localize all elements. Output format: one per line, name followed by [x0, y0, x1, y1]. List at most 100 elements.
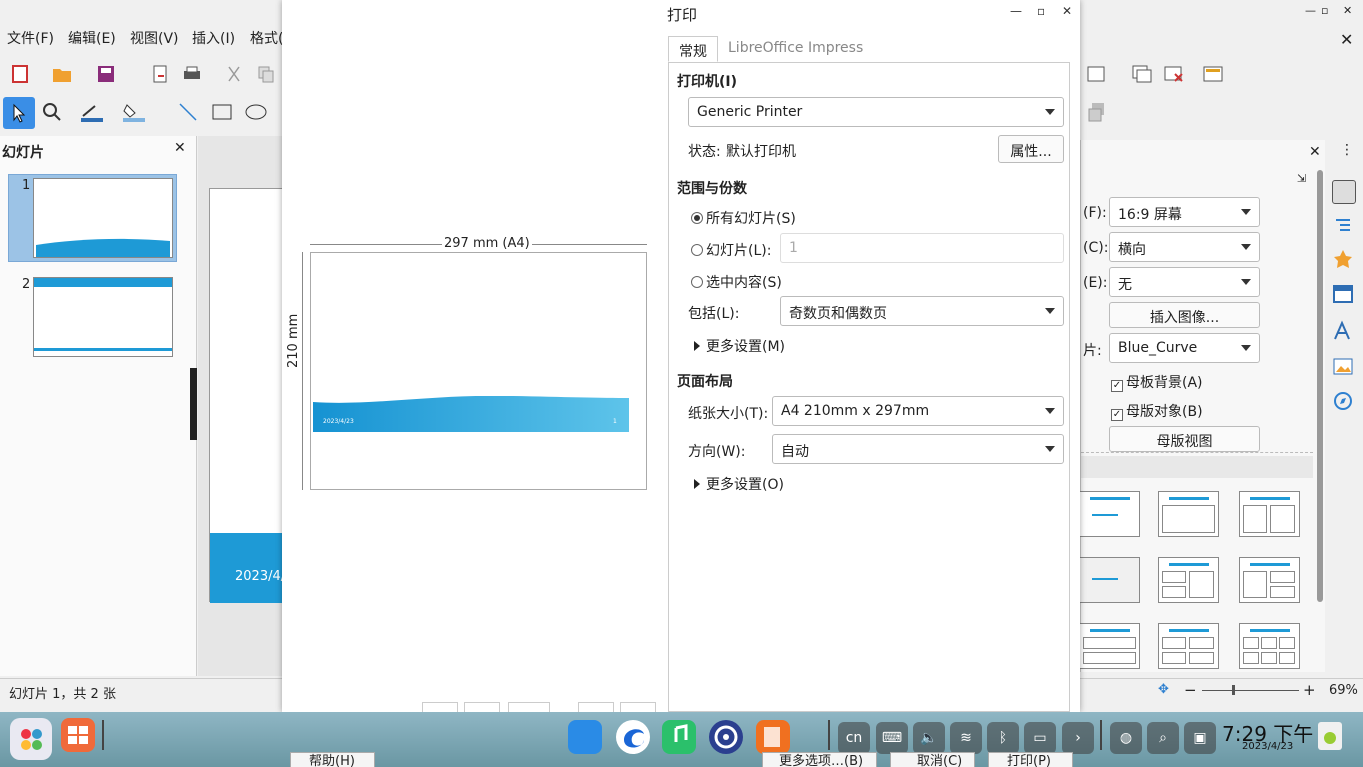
print-icon[interactable]	[178, 60, 206, 88]
fit-slide-icon[interactable]: ✥	[1158, 682, 1169, 697]
sidebar-menu-icon[interactable]: ⋮	[1340, 142, 1354, 158]
system-monitor-icon[interactable]: ◍	[1110, 722, 1142, 754]
select-tool-icon[interactable]	[3, 97, 35, 129]
layout-title-only[interactable]	[1079, 491, 1140, 537]
music-app-icon[interactable]	[662, 720, 696, 754]
layout-content-two[interactable]	[1158, 557, 1219, 603]
window-close-icon[interactable]: ✕	[1343, 4, 1352, 17]
layout-title-two-content[interactable]	[1239, 491, 1300, 537]
zoom-level[interactable]: 69%	[1329, 683, 1358, 698]
background-select[interactable]: 无	[1109, 267, 1260, 297]
menu-view[interactable]: 视图(V)	[130, 28, 179, 48]
slide-canvas[interactable]: 2023/4/	[209, 188, 285, 603]
line-tool-icon[interactable]	[174, 98, 202, 126]
first-page-button[interactable]	[422, 702, 458, 712]
browser-app-icon[interactable]	[616, 720, 650, 754]
layout-six-content[interactable]	[1239, 623, 1300, 669]
screenshot-icon[interactable]: ▣	[1184, 722, 1216, 754]
layout-four-content[interactable]	[1158, 623, 1219, 669]
keyboard-icon[interactable]: ⌨	[876, 722, 908, 754]
master-background-checkbox[interactable]: ✓ 母板背景(A)	[1111, 372, 1203, 392]
rectangle-tool-icon[interactable]	[208, 98, 236, 126]
input-method-indicator[interactable]: cn	[838, 722, 870, 754]
zoom-slider-thumb[interactable]	[1232, 685, 1235, 695]
launcher-icon[interactable]	[10, 718, 52, 760]
clock-date[interactable]: 2023/4/23	[1242, 741, 1293, 752]
slide-thumbnail-1[interactable]	[33, 178, 173, 258]
slides-range-input[interactable]: 1	[780, 233, 1064, 263]
transition-tab-icon[interactable]	[1332, 215, 1356, 239]
copy-icon[interactable]	[252, 60, 280, 88]
cancel-button[interactable]: 取消(C)	[890, 752, 975, 767]
window-minimize-icon[interactable]: —	[1305, 4, 1316, 17]
prev-page-button[interactable]	[464, 702, 500, 712]
styles-tab-icon[interactable]	[1332, 320, 1356, 344]
menu-format[interactable]: 格式(	[250, 28, 283, 48]
tab-general[interactable]: 常规	[668, 36, 718, 62]
ellipse-tool-icon[interactable]	[242, 98, 270, 126]
multitask-view-icon[interactable]	[61, 718, 95, 752]
animation-tab-icon[interactable]	[1332, 248, 1356, 272]
wifi-icon[interactable]: ≋	[950, 722, 982, 754]
file-manager-app-icon[interactable]	[568, 720, 602, 754]
include-select[interactable]: 奇数页和偶数页	[780, 296, 1064, 326]
next-page-button[interactable]	[578, 702, 614, 712]
menu-edit[interactable]: 编辑(E)	[68, 28, 116, 48]
trash-icon[interactable]	[1318, 722, 1342, 750]
printer-select[interactable]: Generic Printer	[688, 97, 1064, 127]
cut-icon[interactable]	[220, 60, 248, 88]
tray-expand-icon[interactable]: ›	[1062, 722, 1094, 754]
sidebar-more-options-icon[interactable]: ⇲	[1297, 172, 1306, 185]
orientation-select[interactable]: 横向	[1109, 232, 1260, 262]
dialog-close-icon[interactable]: ✕	[1062, 4, 1072, 18]
properties-tab-icon[interactable]	[1332, 180, 1356, 204]
more-settings-layout-expander[interactable]: 更多设置(O)	[694, 474, 784, 494]
last-page-button[interactable]	[620, 702, 656, 712]
tab-libreoffice-impress[interactable]: LibreOffice Impress	[718, 36, 873, 62]
line-color-icon[interactable]	[78, 98, 106, 126]
zoom-pan-icon[interactable]	[38, 98, 66, 126]
battery-icon[interactable]: ▭	[1024, 722, 1056, 754]
paper-size-select[interactable]: A4 210mm x 297mm	[772, 396, 1064, 426]
panel-collapse-handle[interactable]	[190, 368, 197, 440]
insert-image-button[interactable]: 插入图像...	[1109, 302, 1260, 328]
slides-radio[interactable]: 幻灯片(L):	[691, 240, 771, 260]
page-number-field[interactable]	[508, 702, 550, 712]
layout-stacked[interactable]	[1079, 623, 1140, 669]
layout-two-content[interactable]	[1239, 557, 1300, 603]
fill-color-icon[interactable]	[120, 98, 148, 126]
dialog-minimize-icon[interactable]: —	[1010, 4, 1022, 18]
zoom-out-icon[interactable]: −	[1184, 681, 1197, 699]
impress-app-icon[interactable]	[756, 720, 790, 754]
slide-format-select[interactable]: 16:9 屏幕	[1109, 197, 1260, 227]
dialog-maximize-icon[interactable]: ▫	[1037, 4, 1045, 18]
3d-object-icon[interactable]	[1084, 98, 1112, 126]
master-objects-checkbox[interactable]: ✓ 母版对象(B)	[1111, 401, 1203, 421]
sidebar-close-icon[interactable]: ✕	[1309, 144, 1321, 160]
menu-file[interactable]: 文件(F)	[7, 28, 54, 48]
window-maximize-icon[interactable]: ▫	[1321, 4, 1328, 17]
zoom-slider[interactable]	[1202, 690, 1299, 691]
print-button[interactable]: 打印(P)	[988, 752, 1073, 767]
sidebar-scrollbar[interactable]	[1317, 170, 1323, 602]
close-panel-icon[interactable]: ✕	[174, 140, 186, 156]
bluetooth-icon[interactable]: ᛒ	[987, 722, 1019, 754]
volume-icon[interactable]: 🔈	[913, 722, 945, 754]
open-folder-icon[interactable]	[48, 60, 76, 88]
settings-app-icon[interactable]	[709, 720, 743, 754]
zoom-in-icon[interactable]: +	[1303, 681, 1316, 699]
gallery-tab-icon[interactable]	[1332, 355, 1356, 379]
help-button[interactable]: 帮助(H)	[290, 752, 375, 767]
export-pdf-icon[interactable]	[146, 60, 174, 88]
selection-radio[interactable]: 选中内容(S)	[691, 272, 782, 292]
delete-slide-icon[interactable]	[1160, 60, 1188, 88]
save-icon[interactable]	[92, 60, 120, 88]
orientation-select-dialog[interactable]: 自动	[772, 434, 1064, 464]
more-options-button[interactable]: 更多选项…(B)	[762, 752, 877, 767]
menu-insert[interactable]: 插入(I)	[192, 28, 235, 48]
layout-centered-text[interactable]	[1079, 557, 1140, 603]
slide-properties-icon[interactable]	[1200, 60, 1228, 88]
master-view-button[interactable]: 母版视图	[1109, 426, 1260, 452]
close-document-icon[interactable]: ✕	[1340, 30, 1353, 49]
search-icon[interactable]: ⌕	[1147, 722, 1179, 754]
